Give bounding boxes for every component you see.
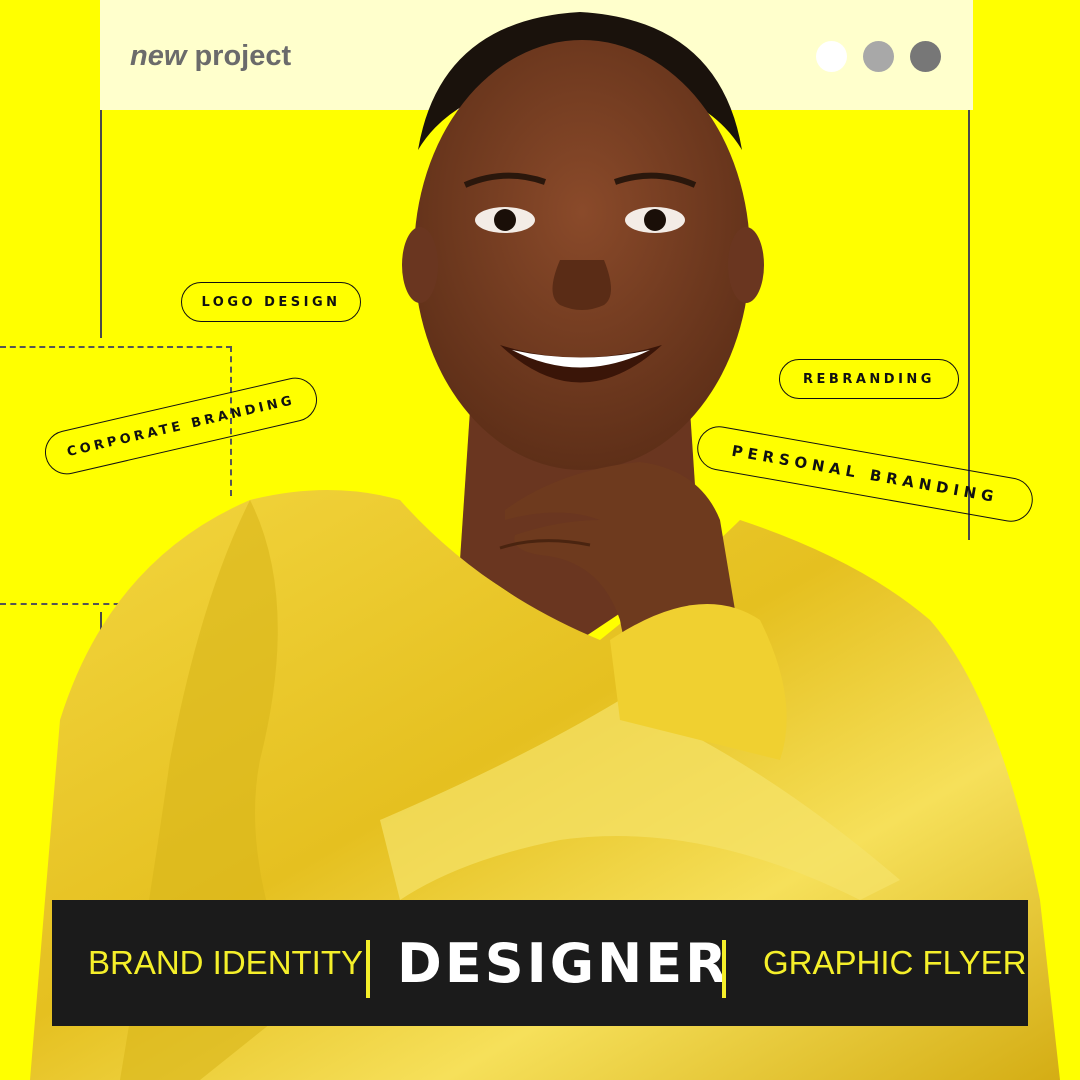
banner-left-text: BRAND IDENTITY bbox=[88, 944, 364, 981]
tag-rebranding: REBRANDING bbox=[779, 359, 959, 399]
title-banner: BRAND IDENTITY DESIGNER GRAPHIC FLYER bbox=[52, 900, 1028, 1026]
banner-separator-left bbox=[366, 940, 370, 998]
banner-main-title: DESIGNER bbox=[397, 932, 730, 995]
tag-logo-design: LOGO DESIGN bbox=[181, 282, 361, 322]
face bbox=[414, 40, 750, 470]
banner-right-text: GRAPHIC FLYER bbox=[763, 944, 1027, 981]
banner-separator-right bbox=[722, 940, 726, 998]
